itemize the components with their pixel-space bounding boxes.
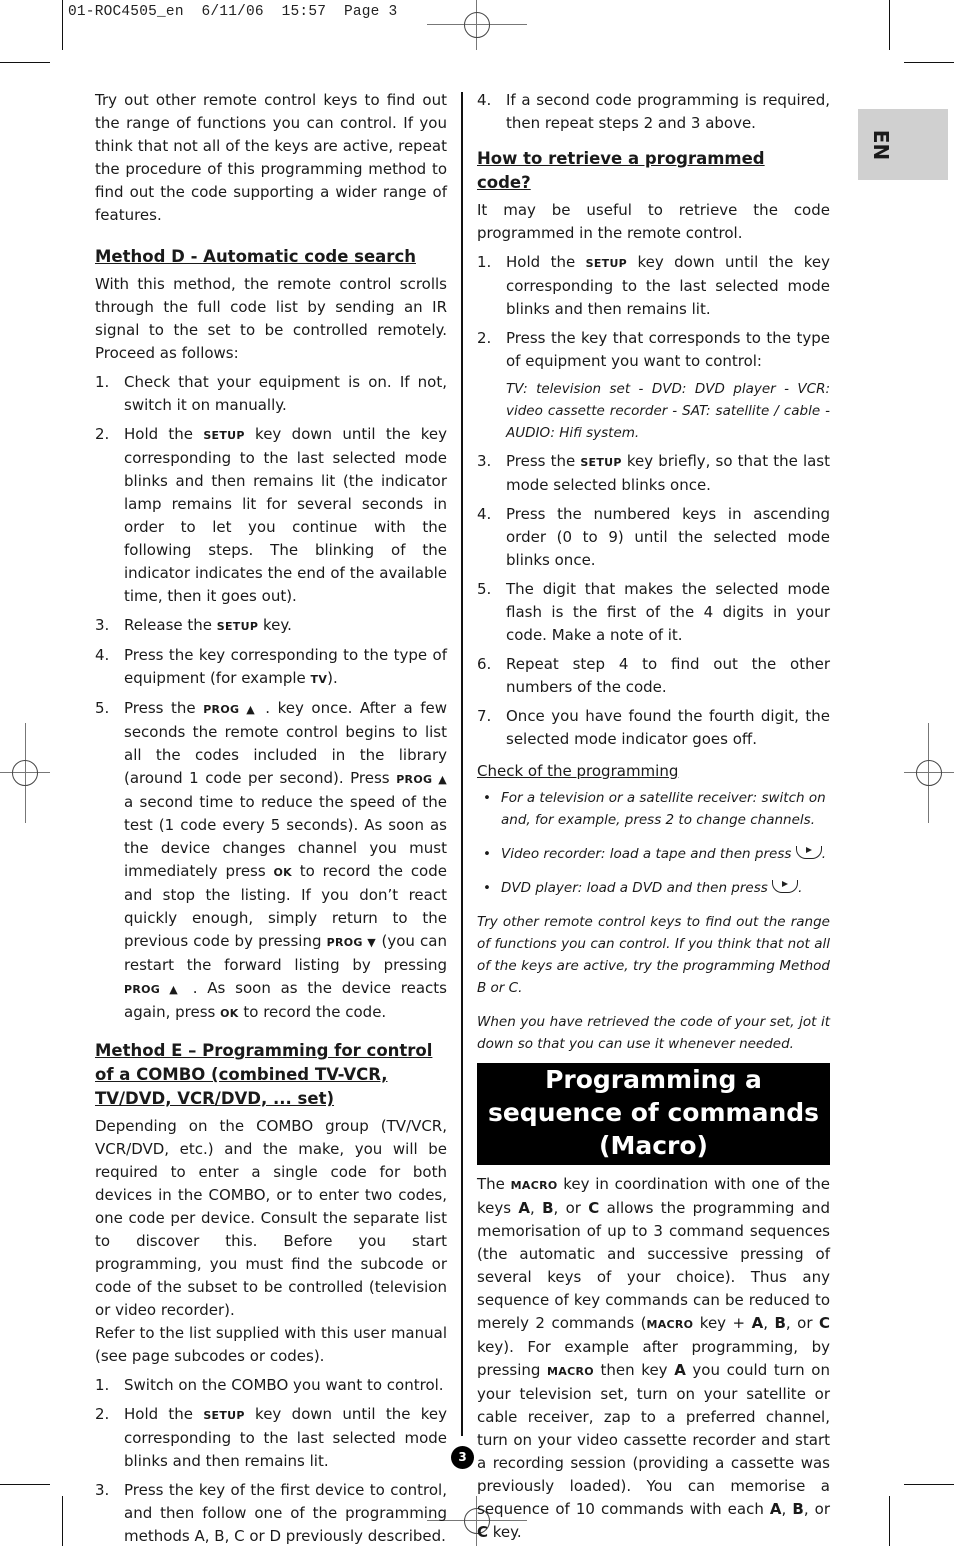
list-item: 7. Once you have found the fourth digit, … [477, 707, 830, 748]
list-item: 1. Check that your equipment is on. If no… [95, 373, 447, 414]
crop-mark [889, 1496, 890, 1546]
list-item: 3. Press the SETUP key briefly, so that t… [477, 452, 830, 494]
device-type-note: TV: television set - DVD: DVD player - V… [506, 381, 830, 441]
method-e-steps-continued: 4. If a second code programming is requir… [477, 89, 830, 135]
column-divider [461, 92, 463, 1436]
list-item: Video recorder: load a tape and then pre… [477, 843, 830, 865]
crop-mark [0, 62, 50, 63]
list-item: 5. Press the PROG ▲ . key once. After a f… [95, 699, 447, 1021]
retrieve-steps: 1. Hold the SETUP key down until the key … [477, 251, 830, 751]
language-tab-label: EN [869, 129, 893, 161]
prog-up-key-label: PROG ▲ [124, 983, 183, 996]
list-item: 2. Hold the SETUP key down until the key … [95, 425, 447, 605]
prog-down-key-label: PROG ▼ [326, 936, 377, 949]
tv-key-label: TV [310, 673, 328, 686]
list-item: 4. Press the numbered keys in ascending o… [477, 505, 830, 569]
crop-mark [62, 1496, 63, 1546]
list-item: 4. Press the key corresponding to the typ… [95, 646, 447, 687]
ok-key-label: OK [273, 866, 292, 879]
language-tab: EN [858, 109, 948, 180]
method-d-heading: Method D - Automatic code search [95, 247, 416, 266]
crop-mark [0, 1484, 50, 1485]
retrieve-heading: How to retrieve a programmed code? [477, 149, 765, 192]
retrieve-note: When you have retrieved the code of your… [477, 1014, 830, 1052]
list-item: 3. Press the key of the first device to c… [95, 1481, 447, 1545]
macro-key-label: MACRO [547, 1365, 594, 1378]
crop-mark [889, 0, 890, 50]
list-item: 4. If a second code programming is requir… [477, 91, 830, 132]
setup-key-label: SETUP [203, 429, 245, 442]
list-item: For a television or a satellite receiver… [477, 787, 830, 831]
list-item: 3. Release the SETUP key. [95, 616, 292, 634]
crop-mark [62, 0, 63, 50]
check-heading: Check of the programming [477, 762, 679, 780]
crop-mark [904, 62, 954, 63]
list-item: 5. The digit that makes the selected mode… [477, 580, 830, 644]
list-item: 2. Press the key that corresponds to the … [477, 327, 830, 444]
left-column: Try out other remote control keys to fin… [95, 89, 447, 1554]
page-number: 3 [451, 1446, 474, 1469]
list-item: DVD player: load a DVD and then press . [477, 877, 830, 899]
play-key-icon [795, 846, 822, 859]
retrieve-intro: It may be useful to retrieve the code pr… [477, 201, 830, 242]
macro-key-label: MACRO [646, 1318, 694, 1331]
method-d-intro: With this method, the remote control scr… [95, 275, 447, 362]
method-d-steps: 1. Check that your equipment is on. If no… [95, 371, 447, 1025]
prog-up-key-label: PROG ▲ [396, 773, 447, 786]
crop-mark [904, 1484, 954, 1485]
check-bullets: For a television or a satellite receiver… [477, 787, 830, 899]
prog-up-key-label: PROG ▲ [203, 703, 258, 716]
list-item: 6. Repeat step 4 to find out the other nu… [477, 655, 830, 696]
setup-key-label: SETUP [585, 257, 628, 270]
macro-key-label: MACRO [510, 1179, 558, 1192]
setup-key-label: SETUP [203, 1409, 245, 1422]
list-item: 1. Hold the SETUP key down until the key … [477, 253, 830, 318]
macro-paragraph: The MACRO key in coordination with one o… [477, 1175, 830, 1541]
macro-banner: Programming a sequence of commands (Macr… [477, 1063, 830, 1165]
setup-key-label: SETUP [216, 620, 259, 633]
list-item: 1. Switch on the COMBO you want to contro… [95, 1376, 444, 1394]
setup-key-label: SETUP [580, 456, 622, 469]
check-note: Try other remote control keys to find ou… [477, 914, 830, 996]
method-e-heading: Method E – Programming for control of a … [95, 1041, 433, 1108]
intro-paragraph: Try out other remote control keys to fin… [95, 91, 447, 224]
method-e-reference: Refer to the list supplied with this use… [95, 1324, 447, 1365]
right-column: 4. If a second code programming is requir… [477, 89, 830, 1544]
play-key-icon [772, 880, 799, 893]
ok-key-label: OK [220, 1007, 239, 1020]
method-e-intro: Depending on the COMBO group (TV/VCR, VC… [95, 1117, 447, 1319]
list-item: 2. Hold the SETUP key down until the key … [95, 1405, 447, 1470]
print-slug: 01-ROC4505_en 6/11/06 15:57 Page 3 [68, 4, 398, 20]
method-e-steps: 1. Switch on the COMBO you want to contro… [95, 1374, 447, 1548]
